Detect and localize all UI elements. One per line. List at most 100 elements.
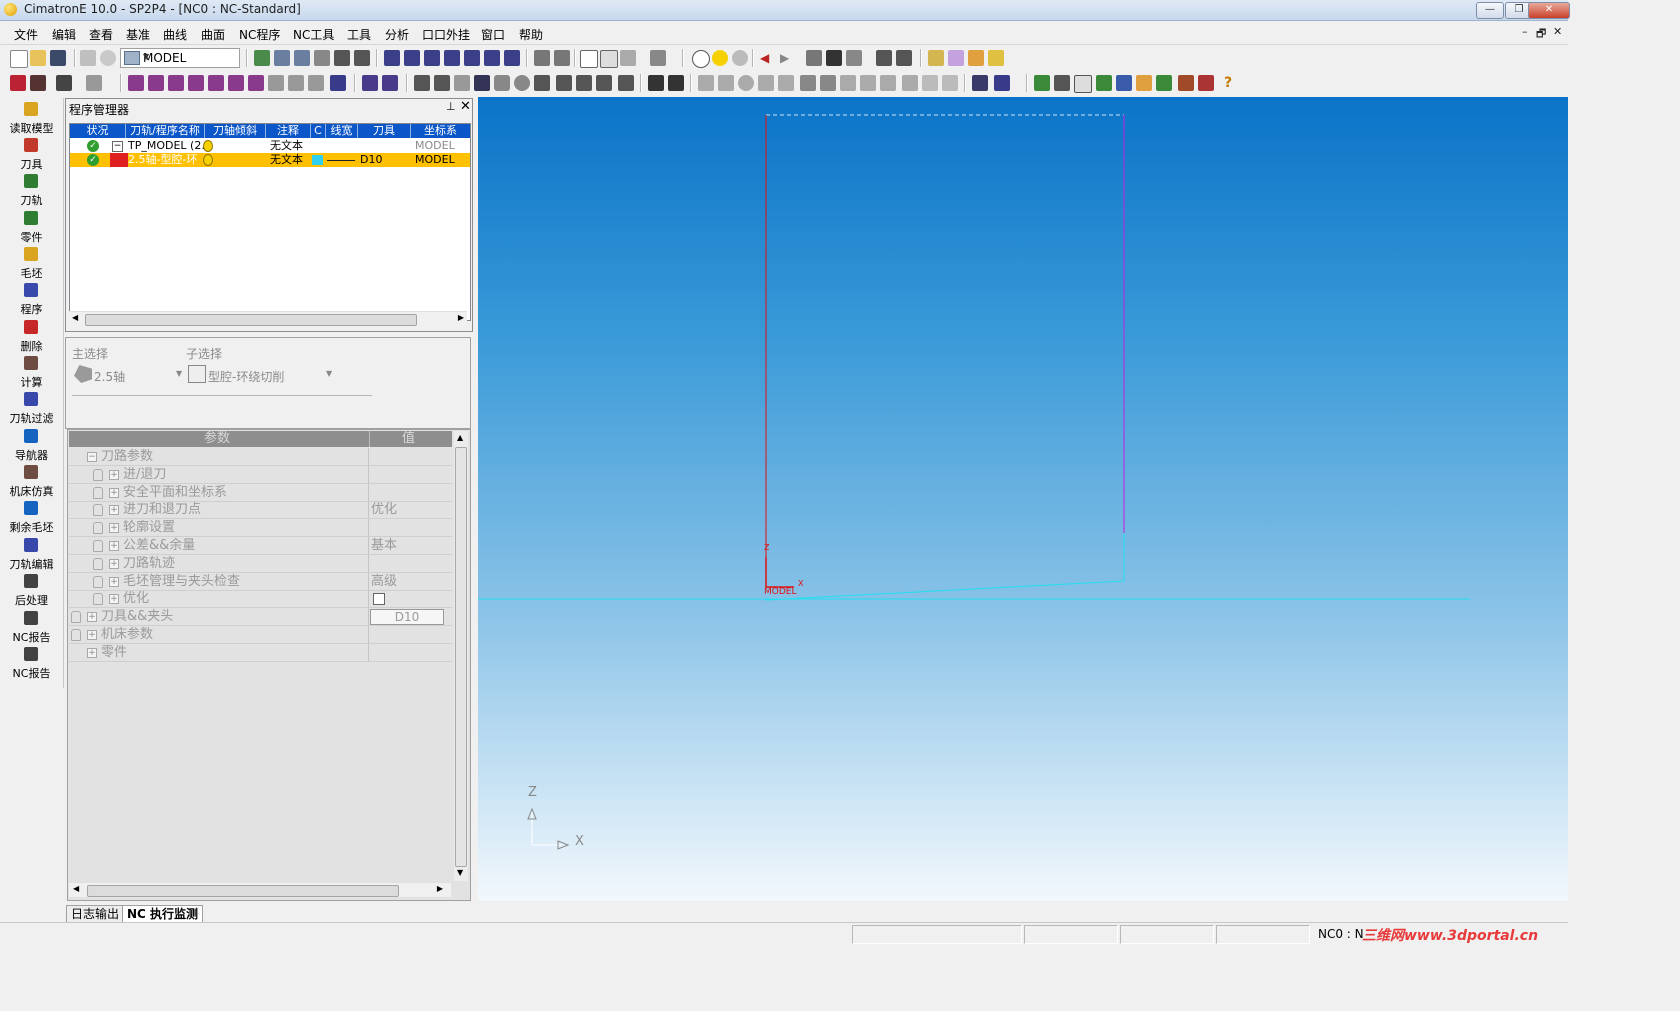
palette-icon[interactable] [1136,75,1152,91]
left-tool-toolpath[interactable]: 刀轨 [0,172,63,208]
lock-icon[interactable] [93,486,103,499]
scroll-down-icon[interactable]: ▼ [457,868,463,877]
view-top-icon[interactable] [404,50,420,66]
menu-nc-program[interactable]: NC程序 [239,26,280,43]
left-tool-execute[interactable]: 计算 [0,354,63,390]
cutter-icon[interactable] [382,75,398,91]
param-row[interactable]: + 优化 [69,590,452,609]
curve-j-icon[interactable] [308,75,324,91]
menu-curve[interactable]: 曲线 [163,26,187,43]
mdi-minimize-button[interactable]: – [1522,25,1528,38]
scroll-left-icon[interactable]: ◀ [72,313,78,322]
tree-hscrollbar[interactable]: ◀ ▶ [69,311,467,326]
scroll-left-icon[interactable]: ◀ [73,884,79,893]
expand-icon[interactable]: + [109,594,119,605]
param-row[interactable]: + 安全平面和坐标系 [69,483,452,502]
grid-a-icon[interactable] [414,75,430,91]
doc-c-icon[interactable] [968,50,984,66]
nc-cut-icon[interactable] [30,75,46,91]
arc-icon[interactable] [758,75,774,91]
xyz-icon[interactable] [922,75,938,91]
collapse-icon[interactable]: − [112,141,123,152]
menu-datum[interactable]: 基准 [126,26,150,43]
menu-edit[interactable]: 编辑 [52,26,76,43]
print-icon[interactable] [80,50,96,66]
left-tool-toolpath-edit[interactable]: 刀轨编辑 [0,536,63,572]
param-hscrollbar[interactable]: ◀ ▶ [69,882,451,897]
col-c[interactable]: C [311,124,326,138]
left-tool-remaining-stock[interactable]: 剩余毛坯 [0,499,63,535]
view-left-icon[interactable] [464,50,480,66]
close-icon[interactable]: ✕ [460,99,471,114]
col-axis-tilt[interactable]: 刀轴倾斜 [205,124,266,138]
param-vscrollbar[interactable]: ▲ ▼ [454,431,468,881]
rotate-icon[interactable] [354,50,370,66]
cloud-icon[interactable] [100,50,116,66]
expand-icon[interactable]: + [109,523,119,534]
help-icon[interactable]: ? [1220,75,1236,91]
menu-plugins[interactable]: 口口外挂 [422,26,470,43]
expand-icon[interactable]: + [87,647,97,658]
left-tool-nc-report[interactable]: NC报告 [0,609,63,645]
sub-selection-combo[interactable]: 型腔-环绕切削 ▼ [186,363,336,385]
scroll-right-icon[interactable]: ▶ [437,884,443,893]
lock-icon[interactable] [71,629,81,641]
lock-icon[interactable] [93,504,103,517]
param-row[interactable]: + 进刀和退刀点 优化 [69,501,452,520]
plane-icon[interactable] [994,75,1010,91]
fillet-icon[interactable] [840,75,856,91]
view-iso-icon[interactable] [384,50,400,66]
window-icon[interactable] [1116,75,1132,91]
param-row[interactable]: + 公差&&余量 基本 [69,537,452,555]
lock-icon[interactable] [93,593,103,606]
hide-icon[interactable] [732,50,748,66]
curve-b-icon[interactable] [148,75,164,91]
mdi-restore-button[interactable]: 🗗 [1536,25,1546,44]
zoom-window-icon[interactable] [274,50,290,66]
nc-delete-icon[interactable] [10,75,26,91]
scroll-thumb[interactable] [455,447,467,867]
expand-icon[interactable]: + [109,469,119,480]
sphere-icon[interactable] [514,75,530,91]
wrench-icon[interactable] [1198,75,1214,91]
point-icon[interactable] [902,75,918,91]
arrow-right-icon[interactable]: ▶ [780,50,796,66]
menu-analysis[interactable]: 分析 [385,26,409,43]
left-tool-load-model[interactable]: 读取模型 [0,100,63,136]
left-tool-machine-sim[interactable]: 机床仿真 [0,463,63,499]
text-icon[interactable] [534,75,550,91]
bulb-icon[interactable] [692,50,710,68]
scroll-right-icon[interactable]: ▶ [458,313,464,322]
left-tool-tool[interactable]: 刀具 [0,136,63,172]
grid-b-icon[interactable] [434,75,450,91]
curve-a-icon[interactable] [128,75,144,91]
curve-i-icon[interactable] [288,75,304,91]
col-comment[interactable]: 注释 [266,124,311,138]
zoom-dynamic-icon[interactable] [294,50,310,66]
mdi-close-button[interactable]: ✕ [1553,25,1562,38]
shaded-icon[interactable] [620,50,636,66]
points-icon[interactable] [942,75,958,91]
measure-icon[interactable] [826,50,842,66]
menu-view[interactable]: 查看 [89,26,113,43]
zoom-all-icon[interactable] [254,50,270,66]
lock-icon[interactable] [93,575,103,588]
hidden-line-icon[interactable] [600,50,618,68]
trim-icon[interactable] [800,75,816,91]
move-icon[interactable] [556,75,572,91]
menu-tools[interactable]: 工具 [347,26,371,43]
coord-icon[interactable] [846,50,862,66]
extend-icon[interactable] [820,75,836,91]
line-icon[interactable] [698,75,714,91]
expand-icon[interactable]: + [109,505,119,516]
col-cs[interactable]: 坐标系 [411,124,470,138]
expand-icon[interactable]: + [87,612,97,623]
doc-a-icon[interactable] [928,50,944,66]
main-selection-combo[interactable]: 2.5轴 ▼ [72,363,182,385]
graphics-viewport[interactable]: Z X MODEL Z X [478,97,1568,901]
sets-icon[interactable] [896,50,912,66]
doc-b-icon[interactable] [948,50,964,66]
left-tool-part[interactable]: 零件 [0,209,63,245]
curve-e-icon[interactable] [208,75,224,91]
expand-icon[interactable]: + [87,630,97,640]
